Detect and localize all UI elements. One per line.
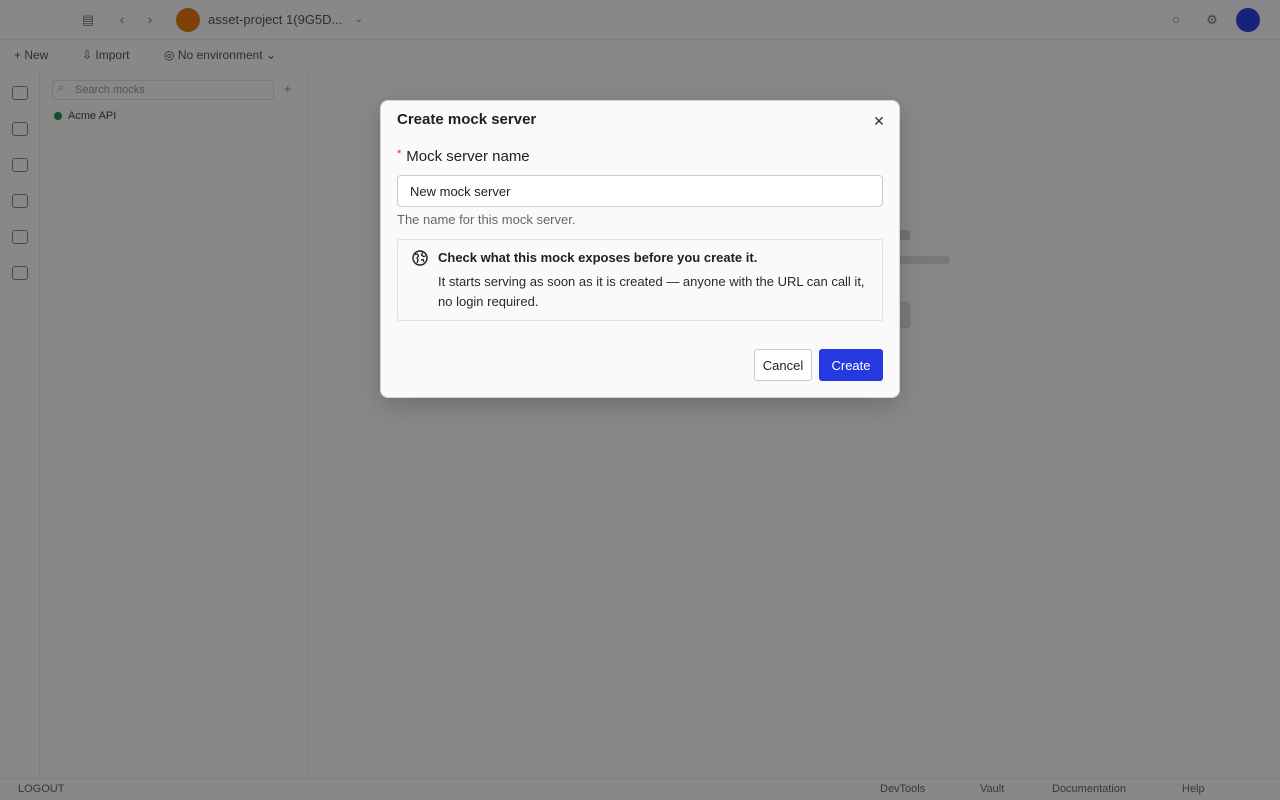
close-icon[interactable]: ✕ (871, 113, 887, 129)
notice-body: It starts serving as soon as it is creat… (438, 274, 865, 309)
create-button[interactable]: Create (819, 349, 883, 381)
globe-icon (412, 250, 428, 266)
cancel-button[interactable]: Cancel (754, 349, 812, 381)
notice-title: Check what this mock exposes before you … (438, 250, 758, 265)
required-marker: * (397, 148, 402, 160)
mock-server-name-label: * Mock server name (397, 148, 530, 165)
mock-server-name-input[interactable] (397, 175, 883, 207)
exposure-notice: Check what this mock exposes before you … (397, 239, 883, 321)
create-mock-server-dialog: Create mock server ✕ * Mock server name T… (380, 100, 900, 398)
dialog-title: Create mock server (397, 111, 537, 128)
field-label-text: Mock server name (406, 148, 530, 165)
help-text: The name for this mock server. (397, 212, 576, 227)
